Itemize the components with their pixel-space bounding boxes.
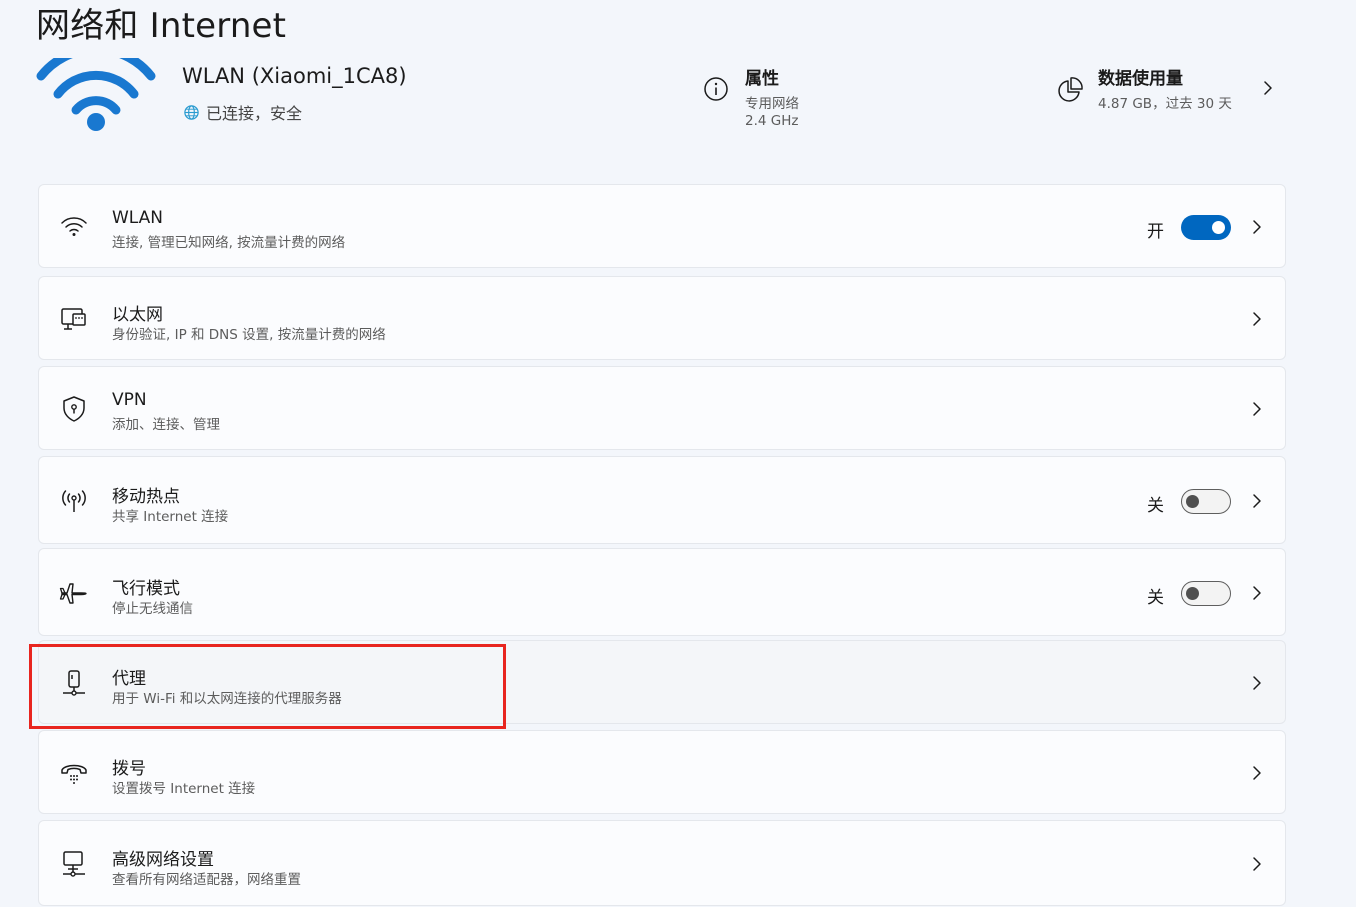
row-subtitle: 停止无线通信 xyxy=(112,601,193,617)
row-title: 飞行模式 xyxy=(112,579,180,599)
network-name: WLAN (Xiaomi_1CA8) xyxy=(182,64,407,88)
hotspot-icon xyxy=(59,486,89,516)
ethernet-icon xyxy=(59,304,89,334)
wifi-icon xyxy=(59,212,89,242)
chevron-right-icon[interactable] xyxy=(1247,491,1267,511)
settings-row-advanced[interactable]: 高级网络设置 查看所有网络适配器，网络重置 xyxy=(38,820,1286,906)
row-subtitle: 身份验证, IP 和 DNS 设置, 按流量计费的网络 xyxy=(112,327,386,343)
chevron-right-icon[interactable] xyxy=(1258,78,1278,98)
row-title: 以太网 xyxy=(112,305,163,325)
chevron-right-icon[interactable] xyxy=(1247,217,1267,237)
row-subtitle: 添加、连接、管理 xyxy=(112,417,220,433)
connection-status: 已连接，安全 xyxy=(183,100,302,124)
settings-row-airplane[interactable]: 飞行模式 停止无线通信 关 xyxy=(38,548,1286,636)
row-title: VPN xyxy=(112,390,147,410)
page-title: 网络和 Internet xyxy=(36,6,287,46)
wifi-large-icon xyxy=(36,58,156,131)
data-usage-link[interactable]: 数据使用量 xyxy=(1098,64,1183,89)
row-subtitle: 用于 Wi-Fi 和以太网连接的代理服务器 xyxy=(112,691,342,707)
properties-link[interactable]: 属性 xyxy=(745,64,779,89)
row-title: WLAN xyxy=(112,208,164,228)
chevron-right-icon[interactable] xyxy=(1247,673,1267,693)
row-title: 拨号 xyxy=(112,759,146,779)
chevron-right-icon[interactable] xyxy=(1247,399,1267,419)
chevron-right-icon[interactable] xyxy=(1247,583,1267,603)
globe-icon xyxy=(184,104,199,120)
row-subtitle: 连接, 管理已知网络, 按流量计费的网络 xyxy=(112,235,346,251)
settings-row-proxy[interactable]: 代理 用于 Wi-Fi 和以太网连接的代理服务器 xyxy=(38,640,1286,724)
chevron-right-icon[interactable] xyxy=(1247,763,1267,783)
toggle-state-label: 关 xyxy=(1147,588,1164,608)
shield-icon xyxy=(59,394,89,424)
row-subtitle: 设置拨号 Internet 连接 xyxy=(112,781,256,797)
chevron-right-icon[interactable] xyxy=(1247,854,1267,874)
data-usage-amount: 4.87 GB，过去 30 天 xyxy=(1098,96,1232,112)
row-title: 代理 xyxy=(112,669,146,689)
hotspot-toggle[interactable] xyxy=(1181,489,1231,514)
row-subtitle: 共享 Internet 连接 xyxy=(112,509,229,525)
info-icon[interactable] xyxy=(703,76,729,102)
chevron-right-icon[interactable] xyxy=(1247,309,1267,329)
row-subtitle: 查看所有网络适配器，网络重置 xyxy=(112,872,301,888)
row-title: 移动热点 xyxy=(112,487,180,507)
airplane-mode-toggle[interactable] xyxy=(1181,581,1231,606)
settings-row-wlan[interactable]: WLAN 连接, 管理已知网络, 按流量计费的网络 开 xyxy=(38,184,1286,268)
airplane-icon xyxy=(59,578,89,608)
dialup-icon xyxy=(59,758,89,788)
network-profile: 专用网络 xyxy=(745,96,799,112)
pie-chart-icon[interactable] xyxy=(1056,76,1084,104)
settings-row-ethernet[interactable]: 以太网 身份验证, IP 和 DNS 设置, 按流量计费的网络 xyxy=(38,276,1286,360)
row-title: 高级网络设置 xyxy=(112,850,214,870)
network-band: 2.4 GHz xyxy=(745,113,799,129)
wlan-toggle[interactable] xyxy=(1181,215,1231,240)
toggle-state-label: 开 xyxy=(1147,222,1164,242)
connection-status-text: 已连接，安全 xyxy=(206,104,303,123)
settings-row-vpn[interactable]: VPN 添加、连接、管理 xyxy=(38,366,1286,450)
settings-row-dialup[interactable]: 拨号 设置拨号 Internet 连接 xyxy=(38,730,1286,814)
proxy-icon xyxy=(59,668,89,698)
settings-row-hotspot[interactable]: 移动热点 共享 Internet 连接 关 xyxy=(38,456,1286,544)
toggle-state-label: 关 xyxy=(1147,496,1164,516)
computer-network-icon xyxy=(59,849,89,879)
